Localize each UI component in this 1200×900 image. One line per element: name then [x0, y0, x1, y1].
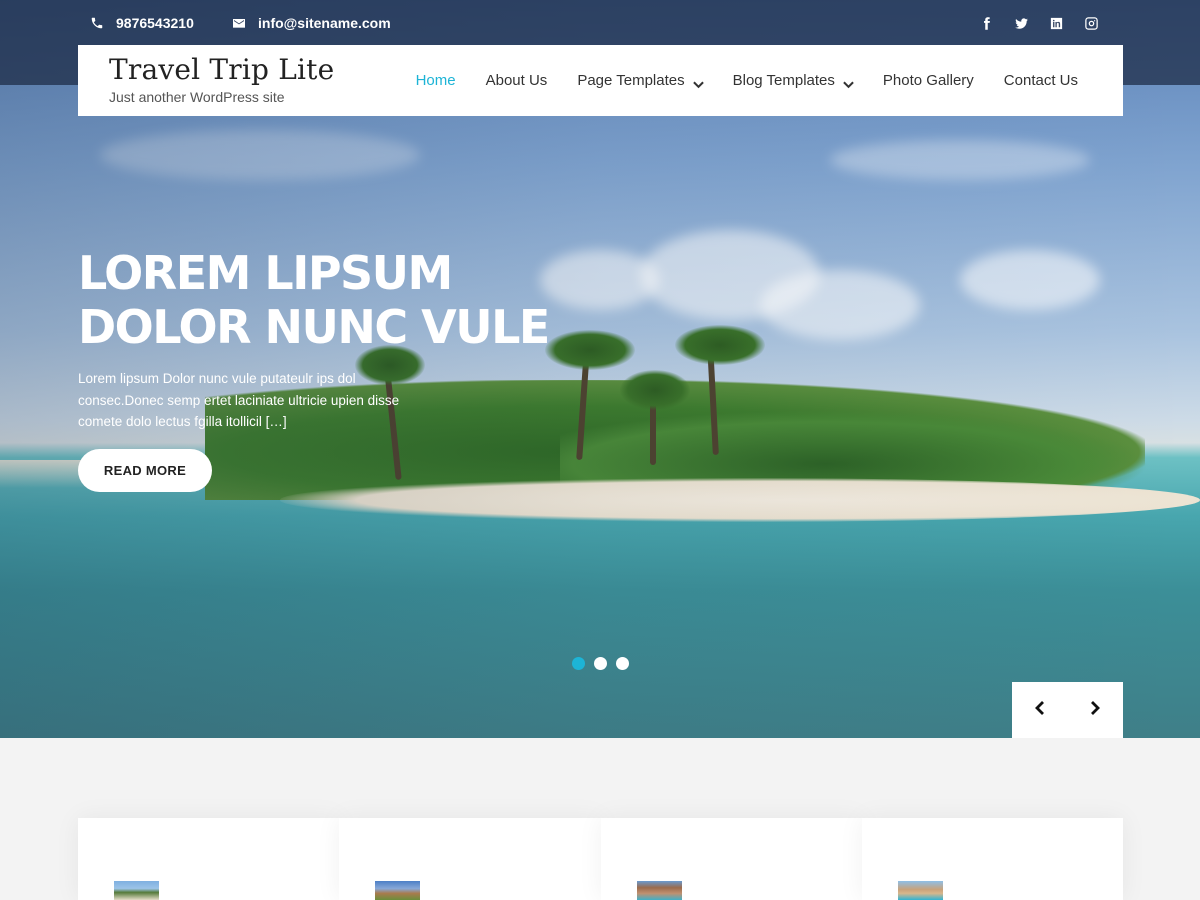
email-icon [230, 14, 248, 32]
slider-dots [572, 657, 629, 670]
slider-dot[interactable] [572, 657, 585, 670]
hero-headline: LOREM LIPSUM DOLOR NUNC VULE [78, 246, 550, 354]
read-more-button[interactable]: READ MORE [78, 449, 212, 492]
instagram-icon[interactable] [1082, 14, 1100, 32]
nav-label: Page Templates [577, 72, 685, 89]
email-contact[interactable]: info@sitename.com [230, 13, 391, 33]
nav-label: About Us [485, 72, 548, 89]
twitter-icon[interactable] [1012, 14, 1030, 32]
chevron-right-icon [1089, 700, 1101, 721]
social-links [977, 14, 1100, 32]
feature-card[interactable] [78, 818, 340, 900]
site-header: Travel Trip Lite Just another WordPress … [78, 45, 1123, 116]
prev-slide-button[interactable] [1012, 682, 1068, 738]
phone-contact[interactable]: 9876543210 [88, 13, 194, 33]
main-nav: Home About Us Page Templates Blog Templa… [416, 45, 1078, 116]
feature-cards [78, 818, 1123, 900]
phone-number: 9876543210 [116, 15, 194, 31]
email-address: info@sitename.com [258, 15, 391, 31]
card-thumbnail [114, 881, 159, 900]
nav-page-templates[interactable]: Page Templates [577, 72, 704, 89]
nav-photo-gallery[interactable]: Photo Gallery [883, 72, 974, 89]
nav-label: Home [415, 72, 456, 89]
card-thumbnail [375, 881, 421, 900]
phone-icon [88, 14, 106, 32]
feature-card[interactable] [339, 818, 601, 900]
slider-dot[interactable] [616, 657, 629, 670]
feature-card[interactable] [861, 818, 1123, 900]
slider-dot[interactable] [594, 657, 607, 670]
hero-excerpt: Lorem lipsum Dolor nunc vule putateulr i… [78, 371, 400, 429]
site-title[interactable]: Travel Trip Lite [109, 53, 334, 86]
nav-label: Contact Us [1003, 72, 1078, 89]
card-thumbnail [897, 881, 943, 900]
nav-label: Blog Templates [732, 72, 835, 89]
nav-blog-templates[interactable]: Blog Templates [732, 72, 854, 89]
feature-card[interactable] [600, 818, 862, 900]
nav-about-us[interactable]: About Us [486, 72, 548, 89]
facebook-icon[interactable] [977, 14, 995, 32]
chevron-left-icon [1034, 700, 1046, 721]
chevron-down-icon [843, 76, 854, 88]
slider-arrows [1012, 682, 1123, 738]
nav-contact-us[interactable]: Contact Us [1004, 72, 1078, 89]
next-slide-button[interactable] [1068, 682, 1124, 738]
chevron-down-icon [692, 76, 704, 88]
nav-label: Photo Gallery [882, 72, 974, 89]
card-thumbnail [636, 881, 682, 900]
linkedin-icon[interactable] [1047, 14, 1065, 32]
site-tagline: Just another WordPress site [109, 89, 285, 105]
nav-home[interactable]: Home [416, 72, 456, 89]
